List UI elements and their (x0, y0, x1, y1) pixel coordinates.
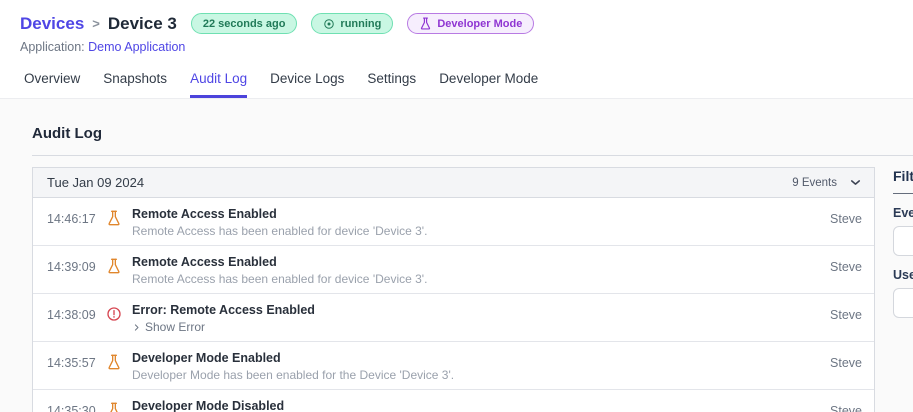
event-row: 14:38:09 Error: Remote Access Enabled Sh… (33, 294, 874, 342)
show-error-toggle[interactable]: Show Error (132, 320, 205, 334)
last-seen-badge: 22 seconds ago (190, 13, 298, 34)
tab-overview[interactable]: Overview (24, 67, 80, 98)
page-title: Audit Log (32, 125, 102, 142)
event-icon-slot (106, 210, 123, 226)
event-time: 14:46:17 (47, 212, 96, 226)
date-group-header[interactable]: Tue Jan 09 2024 9 Events (33, 168, 874, 198)
event-icon-slot (106, 402, 123, 412)
events-count: 9 Events (792, 176, 837, 189)
event-list: 14:46:17 Remote Access Enabled Remote Ac… (33, 198, 874, 412)
event-title: Remote Access Enabled (132, 255, 277, 269)
filter-users-input[interactable] (893, 288, 913, 318)
event-user: Steve (830, 356, 862, 370)
breadcrumb: Devices > Device 3 (20, 14, 177, 34)
flask-icon (421, 17, 431, 30)
event-description: Remote Access has been enabled for devic… (132, 224, 428, 238)
event-title: Error: Remote Access Enabled (132, 303, 315, 317)
chevron-right-icon (134, 323, 139, 331)
event-user: Steve (830, 404, 862, 412)
last-seen-badge-label: 22 seconds ago (202, 17, 286, 30)
event-icon-slot (106, 258, 123, 274)
event-description: Remote Access has been enabled for devic… (132, 272, 428, 286)
flask-icon (108, 354, 120, 370)
filter-panel: Filter Events Users (893, 167, 913, 318)
event-icon-slot (106, 306, 123, 322)
event-time: 14:39:09 (47, 260, 96, 274)
event-title: Developer Mode Enabled (132, 351, 281, 365)
tab-settings[interactable]: Settings (367, 67, 416, 98)
flask-icon (108, 258, 120, 274)
filter-divider (893, 193, 913, 194)
error-icon (107, 307, 121, 321)
application-link[interactable]: Demo Application (88, 40, 185, 54)
event-icon-slot (106, 354, 123, 370)
breadcrumb-devices-link[interactable]: Devices (20, 14, 84, 34)
event-row: 14:35:30 Developer Mode Disabled Steve (33, 390, 874, 412)
flask-icon (108, 210, 120, 226)
record-icon (324, 18, 335, 29)
event-row: 14:46:17 Remote Access Enabled Remote Ac… (33, 198, 874, 246)
event-row: 14:39:09 Remote Access Enabled Remote Ac… (33, 246, 874, 294)
filter-events-input[interactable] (893, 226, 913, 256)
event-time: 14:35:30 (47, 404, 96, 412)
breadcrumb-separator: > (92, 16, 100, 31)
breadcrumb-current: Device 3 (107, 13, 177, 33)
application-label: Application: (20, 40, 85, 54)
event-user: Steve (830, 308, 862, 322)
application-row: Application: Demo Application (20, 40, 913, 54)
tab-developer-mode[interactable]: Developer Mode (439, 67, 538, 98)
audit-log-panel: Tue Jan 09 2024 9 Events 14:46:17 Remote… (32, 167, 875, 412)
tab-snapshots[interactable]: Snapshots (103, 67, 167, 98)
filter-events-label: Events (893, 206, 913, 220)
developer-mode-badge: Developer Mode (407, 13, 535, 34)
filter-title: Filter (893, 168, 913, 184)
tab-audit-log[interactable]: Audit Log (190, 67, 248, 98)
filter-users-label: Users (893, 268, 913, 282)
content-area: Audit Log Tue Jan 09 2024 9 Events 14:46… (0, 99, 913, 412)
developer-mode-badge-label: Developer Mode (437, 17, 523, 30)
chevron-down-icon (850, 180, 861, 185)
date-group-label: Tue Jan 09 2024 (47, 175, 145, 190)
flask-icon (110, 402, 118, 412)
event-time: 14:38:09 (47, 308, 96, 322)
tab-device-logs[interactable]: Device Logs (270, 67, 344, 98)
tab-bar: Overview Snapshots Audit Log Device Logs Set… (24, 67, 913, 98)
event-row: 14:35:57 Developer Mode Enabled Develope… (33, 342, 874, 390)
show-error-label: Show Error (145, 320, 206, 334)
event-title: Developer Mode Disabled (132, 399, 285, 412)
event-time: 14:35:57 (47, 356, 96, 370)
collapse-group-button[interactable] (849, 176, 862, 189)
event-user: Steve (830, 260, 862, 274)
event-title: Remote Access Enabled (132, 207, 277, 221)
running-status-badge: running (311, 13, 394, 34)
event-user: Steve (830, 212, 862, 226)
event-description: Developer Mode has been enabled for the … (132, 368, 455, 382)
page-header: Devices > Device 3 22 seconds ago runnin… (0, 0, 913, 99)
title-divider (32, 155, 913, 156)
running-status-label: running (340, 17, 382, 30)
